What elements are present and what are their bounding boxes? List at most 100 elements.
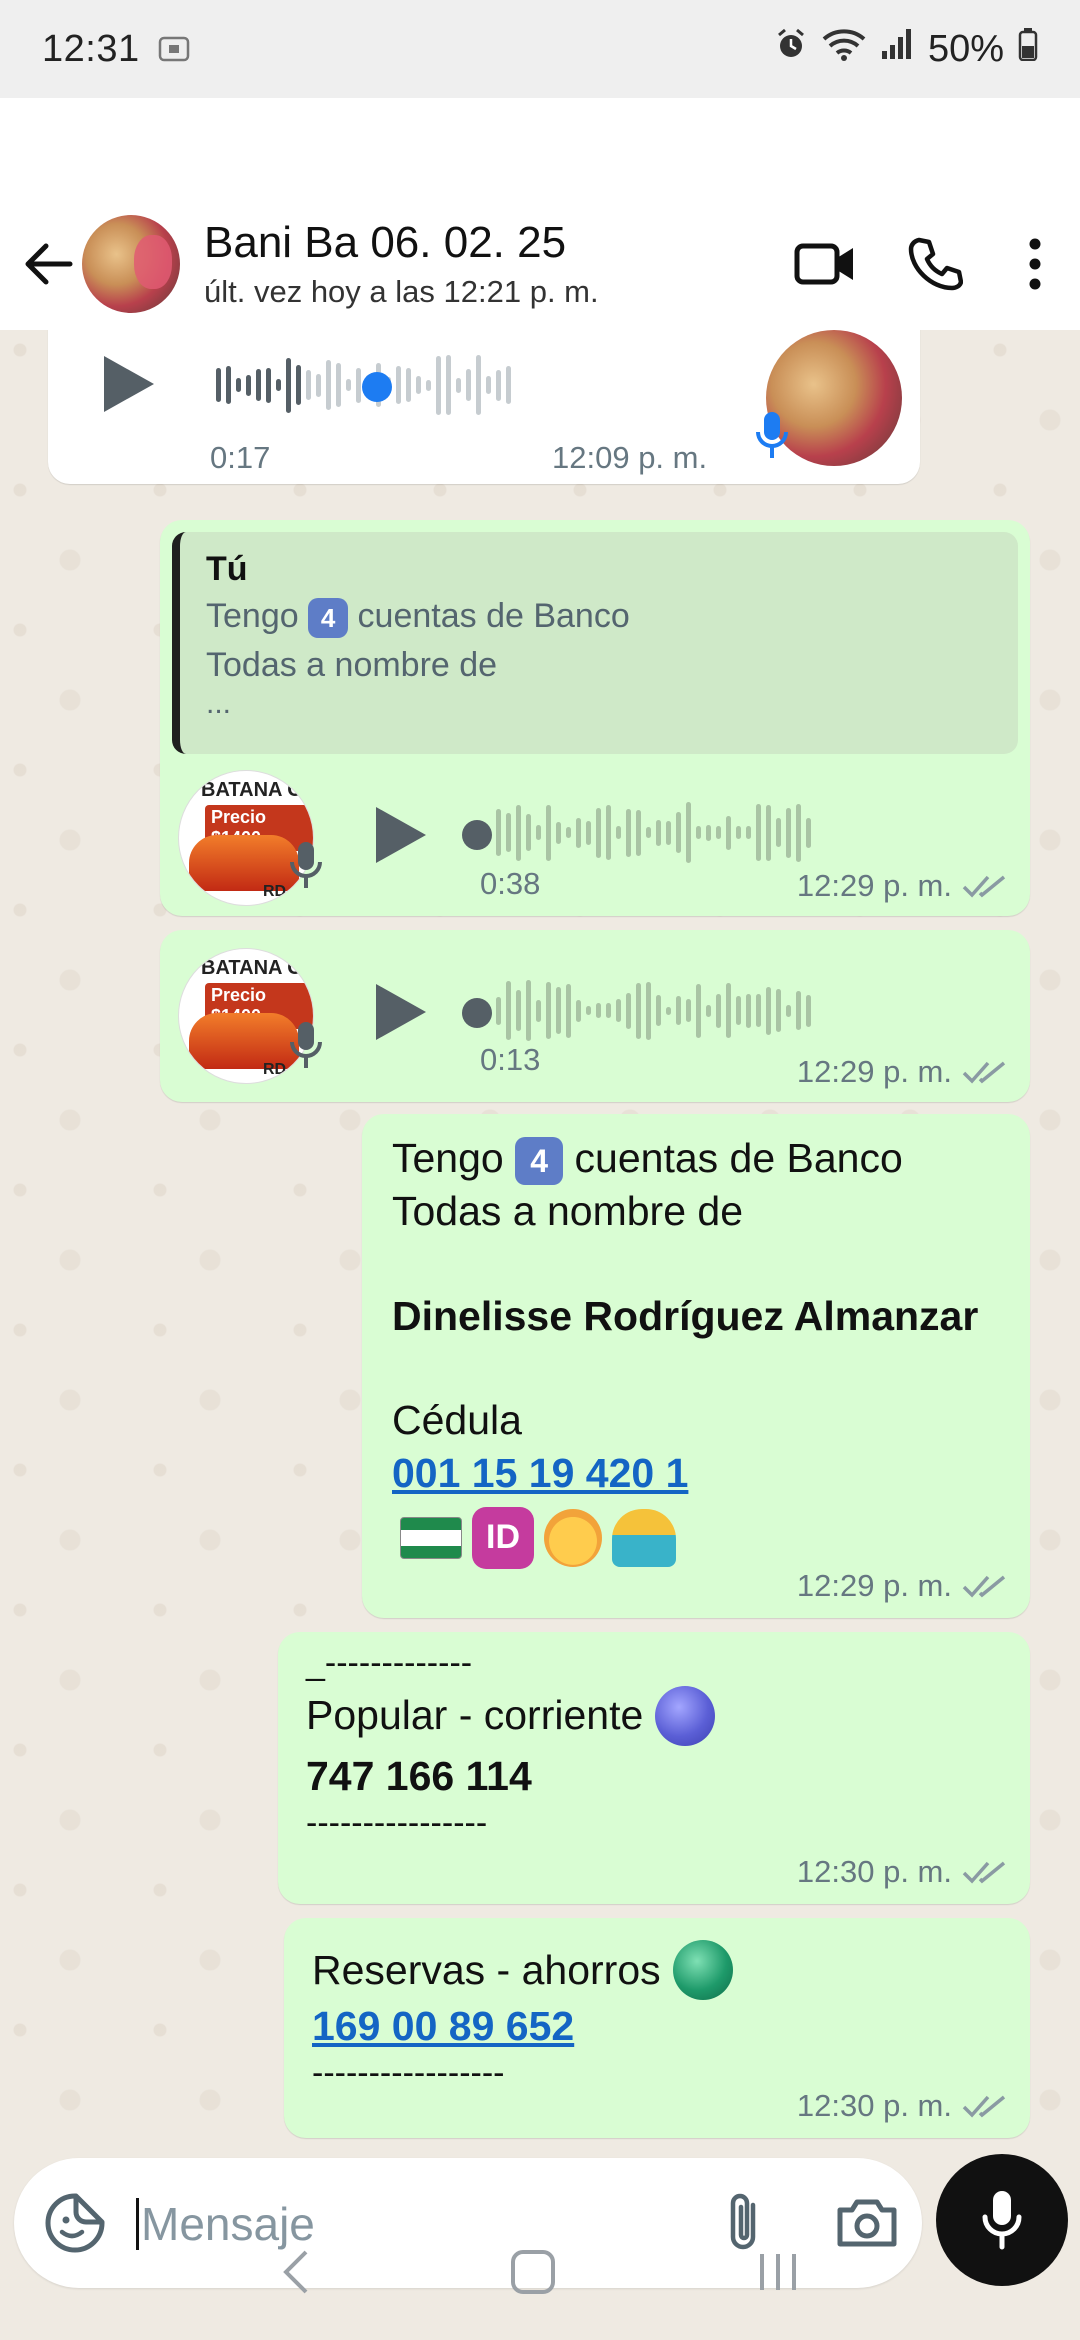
- message-meta: 12:30 p. m.: [797, 2088, 1008, 2124]
- more-options-button[interactable]: [990, 209, 1080, 319]
- waveform-bar: [396, 366, 401, 404]
- message-time: 12:29 p. m.: [796, 1568, 952, 1603]
- double-check-icon: [962, 1061, 1006, 1084]
- contact-info[interactable]: Bani Ba 06. 02. 25 últ. vez hoy a las 12…: [204, 218, 599, 310]
- chat-header: Bani Ba 06. 02. 25 últ. vez hoy a las 12…: [0, 198, 1080, 330]
- battery-percent: 50%: [927, 27, 1004, 70]
- keycap-four-emoji: 4: [515, 1137, 564, 1186]
- waveform-bar: [356, 367, 361, 403]
- waveform-bar: [706, 824, 711, 841]
- message-body: Reservas - ahorros 169 00 89 652 -------…: [312, 1940, 733, 2096]
- audio-waveform[interactable]: [496, 980, 811, 1041]
- account-type: Popular - corriente: [306, 1692, 644, 1739]
- audio-waveform[interactable]: [496, 802, 811, 863]
- nav-back-button[interactable]: [280, 2248, 310, 2301]
- account-number-link[interactable]: 169 00 89 652: [312, 2000, 574, 2052]
- outgoing-voice-message-with-reply: Tú Tengo 4 cuentas de Banco Todas a nomb…: [160, 520, 1030, 916]
- outgoing-text-message: _------------- Popular - corriente 747 1…: [278, 1632, 1030, 1904]
- emoji-row: ID: [392, 1507, 1022, 1570]
- waveform-bar: [286, 357, 291, 413]
- waveform-bar: [546, 982, 551, 1039]
- id-button-emoji: ID: [472, 1507, 534, 1570]
- double-check-icon: [962, 875, 1006, 898]
- waveform-bar: [566, 983, 571, 1038]
- waveform-bar: [336, 363, 341, 407]
- separator-top: _-------------: [306, 1644, 473, 1682]
- contact-avatar[interactable]: [82, 215, 180, 313]
- audio-progress-handle[interactable]: [362, 372, 392, 402]
- play-icon: [376, 984, 426, 1040]
- waveform-bar: [596, 1003, 601, 1018]
- waveform-bar: [586, 820, 591, 845]
- waveform-bar: [586, 1006, 591, 1015]
- double-check-icon: [962, 1575, 1006, 1598]
- message-body: Tengo 4 cuentas de Banco Todas a nombre …: [392, 1132, 1022, 1570]
- message-meta: 12:29 p. m.: [797, 1054, 1008, 1090]
- waveform-bar: [226, 366, 231, 404]
- waveform-bar: [576, 999, 581, 1022]
- message-meta: 12:30 p. m.: [797, 1854, 1008, 1890]
- audio-progress-handle[interactable]: [462, 998, 492, 1028]
- waveform-bar: [766, 986, 771, 1035]
- waveform-bar: [556, 821, 561, 844]
- alarm-icon: [774, 27, 808, 71]
- mic-icon: [290, 842, 322, 888]
- wifi-icon: [822, 27, 866, 71]
- contact-name: Bani Ba 06. 02. 25: [204, 218, 567, 267]
- nav-recents-icon: [760, 2253, 797, 2290]
- play-button[interactable]: [370, 805, 430, 865]
- quote-author: Tú: [206, 550, 248, 588]
- waveform-bar: [596, 807, 601, 858]
- waveform-bar: [496, 369, 501, 401]
- play-button[interactable]: [98, 354, 158, 414]
- status-bar: 12:31 50%: [0, 0, 1080, 98]
- waveform-bar: [736, 826, 741, 839]
- mic-icon: [756, 412, 788, 458]
- separator-bottom: -----------------: [312, 2054, 505, 2093]
- waveform-bar: [486, 376, 491, 394]
- double-check-icon: [962, 2095, 1006, 2118]
- video-call-button[interactable]: [770, 209, 880, 319]
- chat-messages[interactable]: 0:17 12:09 p. m. Tú Tengo 4 cuentas de B…: [0, 330, 1080, 2150]
- audio-duration: 0:17: [210, 440, 271, 475]
- message-time: 12:09 p. m.: [552, 440, 708, 475]
- quote-line-1: Tengo 4 cuentas de Banco: [206, 597, 992, 639]
- nav-recents-button[interactable]: [756, 2248, 800, 2301]
- waveform-bar: [796, 803, 801, 862]
- audio-duration: 0:13: [480, 1042, 541, 1077]
- message-line-2: Todas a nombre de: [392, 1188, 744, 1235]
- waveform-bar: [526, 814, 531, 851]
- message-body: _------------- Popular - corriente 747 1…: [306, 1642, 716, 1846]
- waveform-bar: [216, 368, 221, 402]
- back-arrow-icon: [25, 243, 73, 285]
- account-label: Reservas - ahorros: [312, 1940, 733, 2000]
- account-holder-name: Dinelisse Rodríguez Almanzar: [392, 1292, 979, 1339]
- cedula-number-link[interactable]: 001 15 19 420 1: [392, 1447, 688, 1499]
- waveform-bar: [606, 805, 611, 860]
- waveform-bar: [636, 809, 641, 856]
- quote-text-b: cuentas de Banco: [357, 597, 630, 635]
- waveform-bar: [446, 355, 451, 415]
- thumb-tag: RD: [263, 1061, 287, 1078]
- audio-progress-handle[interactable]: [462, 820, 492, 850]
- last-seen-status: últ. vez hoy a las 12:21 p. m.: [204, 274, 599, 309]
- waveform-bar: [746, 993, 751, 1028]
- waveform-bar: [626, 992, 631, 1029]
- waveform-bar: [546, 804, 551, 861]
- keycap-four-emoji: 4: [308, 598, 349, 639]
- waveform-bar: [696, 983, 701, 1038]
- quoted-message[interactable]: Tú Tengo 4 cuentas de Banco Todas a nomb…: [172, 532, 1018, 754]
- person-raising-hand-emoji: [612, 1509, 676, 1568]
- waveform-bar: [276, 379, 281, 391]
- waveform-bar: [516, 990, 521, 1031]
- phone-icon: [908, 237, 963, 291]
- nav-home-button[interactable]: [509, 2248, 557, 2301]
- voice-call-button[interactable]: [880, 209, 990, 319]
- message-time: 12:29 p. m.: [796, 1054, 952, 1089]
- waveform-bar: [666, 1006, 671, 1015]
- incoming-voice-message: 0:17 12:09 p. m.: [48, 330, 920, 484]
- outgoing-text-message: Reservas - ahorros 169 00 89 652 -------…: [284, 1918, 1030, 2138]
- status-time: 12:31: [42, 27, 140, 70]
- text-b: cuentas de Banco: [574, 1135, 903, 1181]
- play-button[interactable]: [370, 982, 430, 1042]
